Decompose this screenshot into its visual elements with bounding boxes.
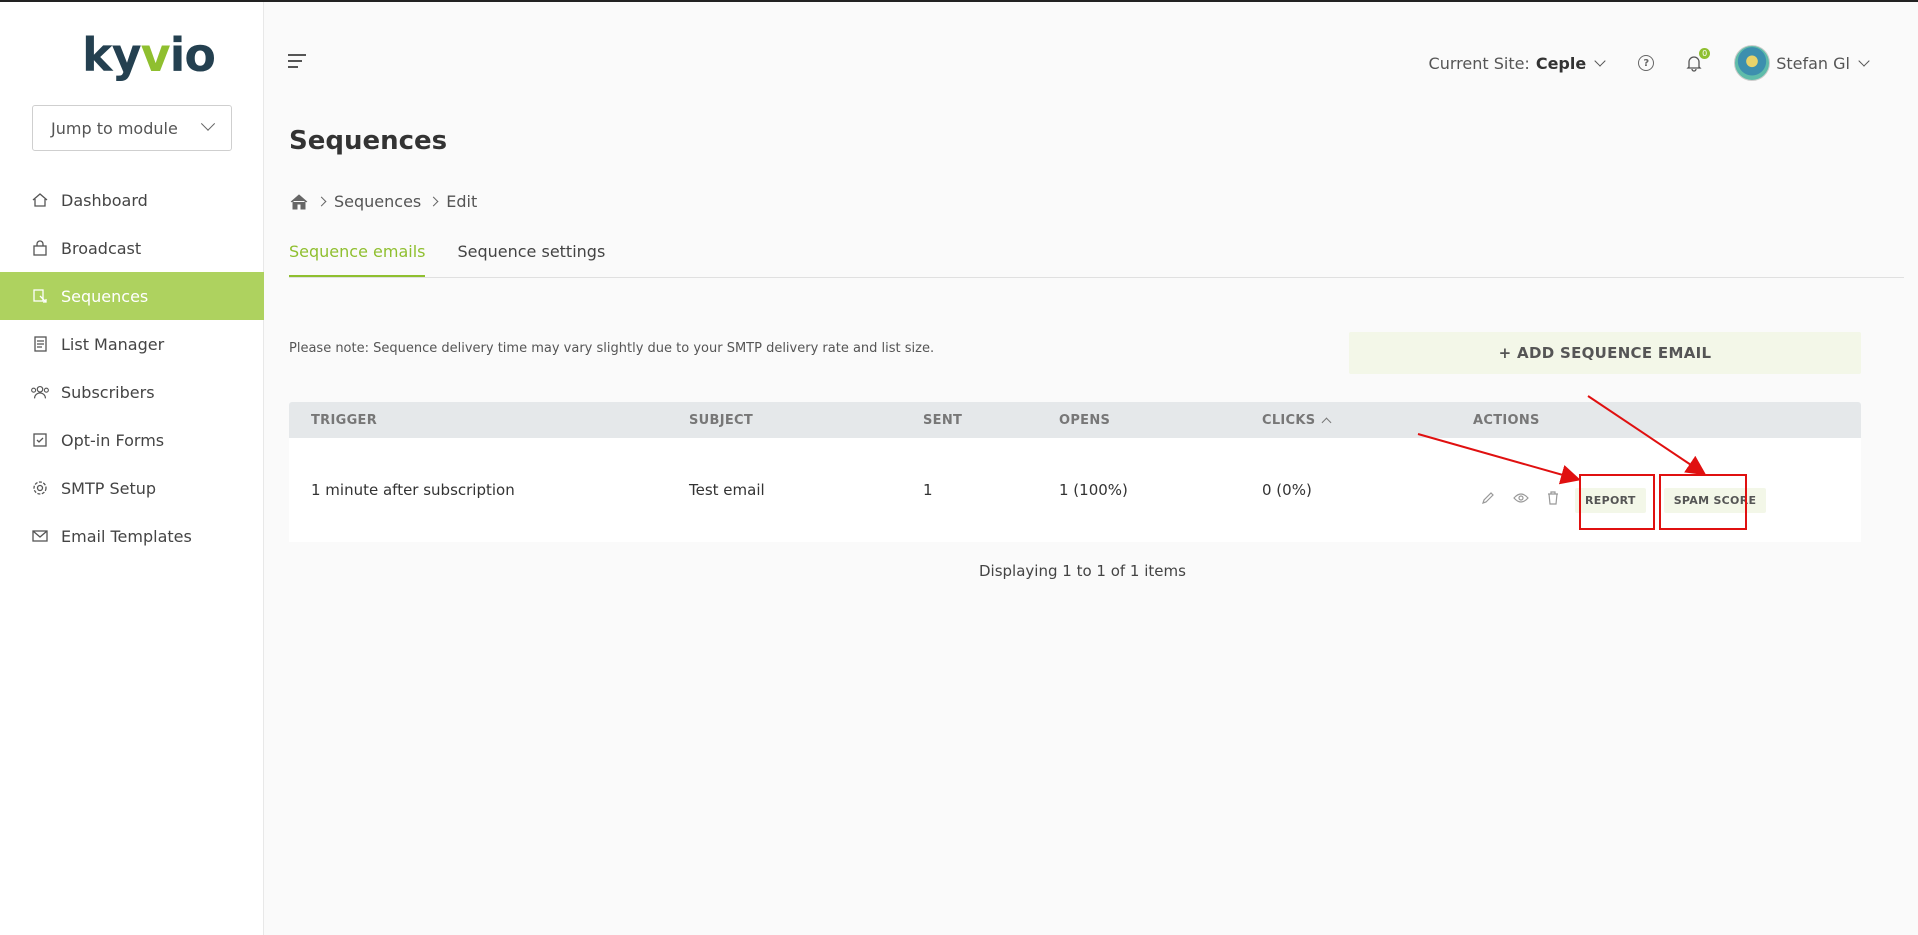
cell-trigger: 1 minute after subscription [311, 481, 515, 499]
jump-to-module-label: Jump to module [51, 118, 178, 138]
preview-eye-icon[interactable] [1513, 492, 1529, 508]
notifications-bell[interactable]: 0 [1686, 48, 1711, 72]
list-icon [30, 334, 50, 354]
envelope-icon [30, 526, 50, 546]
cell-subject: Test email [689, 481, 765, 499]
user-name[interactable]: Stefan Gl [1776, 54, 1850, 73]
sidebar-item-smtp-setup[interactable]: SMTP Setup [0, 464, 264, 512]
edit-icon[interactable] [1481, 491, 1495, 509]
chevron-down-icon[interactable] [1594, 55, 1606, 67]
column-header-trigger: TRIGGER [311, 412, 378, 428]
sidebar-item-label: Opt-in Forms [61, 430, 165, 450]
logo-check-mark: v [140, 28, 171, 82]
pagination-summary: Displaying 1 to 1 of 1 items [979, 562, 1186, 580]
sequences-icon [30, 286, 50, 306]
highlight-box-report [1579, 474, 1655, 530]
jump-to-module-select[interactable]: Jump to module [32, 105, 232, 151]
kyvio-logo[interactable]: ky v io [82, 28, 216, 82]
sidebar-item-email-templates[interactable]: Email Templates [0, 512, 264, 560]
tab-sequence-settings[interactable]: Sequence settings [457, 242, 605, 277]
table-header: TRIGGER SUBJECT SENT OPENS CLICKS ACTION… [289, 402, 1861, 438]
home-icon [30, 190, 50, 210]
sidebar-item-label: SMTP Setup [61, 478, 157, 498]
breadcrumb: Sequences Edit [289, 192, 477, 211]
column-header-actions: ACTIONS [1473, 412, 1540, 428]
help-icon[interactable]: ? [1638, 55, 1655, 71]
gear-icon [30, 478, 50, 498]
cell-sent: 1 [923, 481, 933, 499]
current-site-label: Current Site: [1428, 53, 1530, 73]
topbar: Current Site: Ceple ? 0 Stefan Gl [1428, 44, 1870, 82]
cell-opens: 1 (100%) [1059, 481, 1128, 499]
sidebar-item-label: Subscribers [61, 382, 155, 402]
column-header-clicks[interactable]: CLICKS [1262, 402, 1332, 438]
sidebar-item-broadcast[interactable]: Broadcast [0, 224, 264, 272]
bag-icon [30, 238, 50, 258]
page-title: Sequences [289, 126, 448, 156]
sidebar-item-list-manager[interactable]: List Manager [0, 320, 264, 368]
sidebar-item-label: Broadcast [61, 238, 142, 258]
breadcrumb-sequences[interactable]: Sequences [334, 192, 421, 211]
breadcrumb-separator-icon [316, 196, 327, 207]
column-header-sent: SENT [923, 412, 963, 428]
avatar[interactable] [1734, 45, 1771, 81]
tab-sequence-emails[interactable]: Sequence emails [289, 242, 426, 277]
sidebar-item-label: Sequences [61, 286, 149, 306]
column-header-opens: OPENS [1059, 412, 1111, 428]
sidebar-item-sequences[interactable]: Sequences [0, 272, 264, 320]
sidebar-item-label: Email Templates [61, 526, 192, 546]
column-header-subject: SUBJECT [689, 412, 754, 428]
menu-toggle-icon[interactable] [288, 54, 308, 70]
logo-text: ky [82, 28, 142, 82]
sidebar-item-subscribers[interactable]: Subscribers [0, 368, 264, 416]
highlight-box-spam-score [1659, 474, 1747, 530]
chevron-down-icon[interactable] [1858, 55, 1870, 67]
breadcrumb-separator-icon [428, 196, 439, 207]
delete-trash-icon[interactable] [1547, 491, 1559, 509]
sidebar-item-opt-in-forms[interactable]: Opt-in Forms [0, 416, 264, 464]
home-icon[interactable] [289, 193, 309, 211]
notification-count-badge: 0 [1699, 48, 1711, 59]
current-site-selector[interactable]: Ceple [1536, 54, 1586, 73]
delivery-note: Please note: Sequence delivery time may … [289, 341, 935, 356]
users-icon [30, 382, 50, 402]
sort-ascending-icon [1322, 417, 1332, 427]
breadcrumb-edit: Edit [446, 192, 478, 211]
tabs: Sequence emails Sequence settings [289, 242, 1904, 278]
add-sequence-email-button[interactable]: + ADD SEQUENCE EMAIL [1349, 332, 1861, 374]
sidebar-item-label: List Manager [61, 334, 165, 354]
sidebar-nav: Dashboard Broadcast Sequences List Manag… [0, 176, 264, 560]
sidebar-item-dashboard[interactable]: Dashboard [0, 176, 264, 224]
sidebar: ky v io Jump to module Dashboard Broadcast… [0, 2, 264, 935]
cell-clicks: 0 (0%) [1262, 481, 1312, 499]
checkbox-icon [30, 430, 50, 450]
sidebar-item-label: Dashboard [61, 190, 148, 210]
logo-text-end: io [169, 28, 216, 82]
chevron-down-icon [200, 116, 216, 131]
column-header-clicks-label: CLICKS [1262, 412, 1316, 428]
